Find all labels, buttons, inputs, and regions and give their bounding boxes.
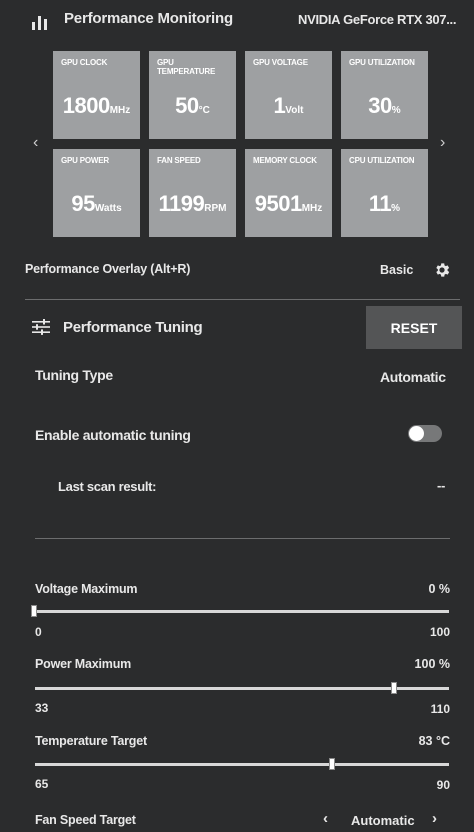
tile-unit: Volt [285,105,304,116]
tile-value: 9501 [254,191,302,216]
chevron-right-icon[interactable]: › [432,810,437,827]
slider-thumb[interactable] [391,682,398,694]
tile-gpu-clock: GPU CLOCK 1800MHz [53,51,140,139]
temp-target-value: 83 °C [418,734,450,748]
gear-icon[interactable] [433,261,451,279]
tile-label: CPU UTILIZATION [349,156,415,165]
tile-unit: Watts [94,203,122,214]
overlay-label: Performance Overlay (Alt+R) [25,262,191,276]
tile-fan-speed: FAN SPEED 1199RPM [149,149,236,237]
tile-gpu-utilization: GPU UTILIZATION 30% [341,51,428,139]
tile-value: 95 [71,191,95,216]
power-min-label: 33 [35,701,49,715]
tile-unit: RPM [204,203,227,214]
tile-cpu-utilization: CPU UTILIZATION 11% [341,149,428,237]
power-max-range: 110 [430,702,450,716]
power-max-value: 100 % [414,657,450,671]
voltage-min-label: 0 [35,625,42,639]
last-scan-label: Last scan result: [58,479,157,494]
overlay-value[interactable]: Basic [380,263,413,277]
auto-tuning-toggle[interactable] [408,425,442,442]
temp-max-range: 90 [436,778,450,792]
tile-label: GPU VOLTAGE [253,58,308,67]
temp-target-label: Temperature Target [35,734,147,748]
tile-label: GPU CLOCK [61,58,108,67]
tile-gpu-power: GPU POWER 95Watts [53,149,140,237]
voltage-max-label: Voltage Maximum [35,582,138,596]
toggle-knob [409,426,424,441]
tile-label: GPU UTILIZATION [349,58,415,67]
tile-label: GPU TEMPERATURE [157,58,216,76]
temp-target-slider[interactable] [35,758,449,770]
divider [25,299,460,300]
voltage-max-slider[interactable] [31,605,449,617]
last-scan-value: -- [437,478,446,493]
chevron-right-icon[interactable]: › [440,134,445,152]
tile-memory-clock: MEMORY CLOCK 9501MHz [245,149,332,237]
tuning-sliders-icon [32,319,50,335]
power-max-label: Power Maximum [35,657,132,671]
gpu-name[interactable]: NVIDIA GeForce RTX 307... [298,12,456,27]
reset-button[interactable]: RESET [366,306,462,349]
tuning-type-value[interactable]: Automatic [380,369,446,385]
tile-label: FAN SPEED [157,156,201,165]
temp-min-label: 65 [35,777,49,791]
voltage-max-range: 100 [429,625,450,639]
tuning-title: Performance Tuning [63,319,203,336]
tile-value: 50 [175,93,199,118]
tile-unit: % [391,105,401,116]
tile-gpu-voltage: GPU VOLTAGE 1Volt [245,51,332,139]
chevron-left-icon[interactable]: ‹ [33,134,38,152]
power-max-slider[interactable] [35,682,449,694]
slider-thumb[interactable] [329,758,336,770]
tile-unit: MHz [301,203,323,214]
tile-label: GPU POWER [61,156,109,165]
tile-unit: % [391,203,401,214]
tile-value: 1199 [158,191,205,216]
bar-chart-icon [30,10,50,30]
tile-label: MEMORY CLOCK [253,156,317,165]
chevron-left-icon[interactable]: ‹ [323,810,328,827]
tile-value: 11 [368,191,392,216]
tile-value: 1 [273,93,286,118]
page-title: Performance Monitoring [64,10,233,27]
slider-thumb[interactable] [31,605,37,617]
divider [35,538,450,539]
fan-speed-value: Automatic [351,813,415,828]
tuning-type-label: Tuning Type [35,367,113,383]
tile-gpu-temperature: GPU TEMPERATURE 50°C [149,51,236,139]
fan-speed-label: Fan Speed Target [35,813,136,827]
auto-tuning-label: Enable automatic tuning [35,427,191,443]
tile-unit: °C [198,105,210,116]
tile-value: 30 [368,93,392,118]
voltage-max-value: 0 % [428,582,450,596]
tile-unit: MHz [109,105,131,116]
tile-value: 1800 [62,93,110,118]
